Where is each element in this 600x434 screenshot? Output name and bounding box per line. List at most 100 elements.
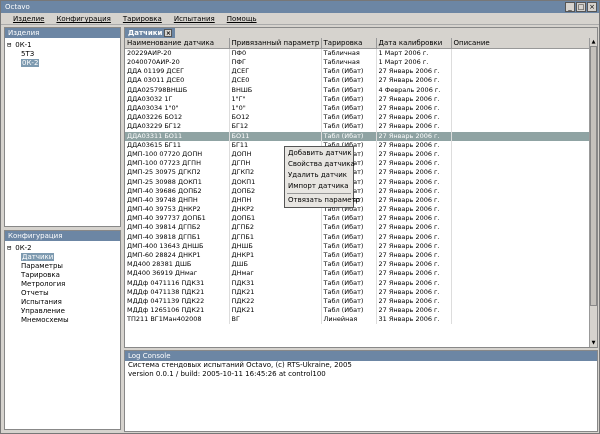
menu-item-unbind-parameter[interactable]: Отвязать параметр [285,195,360,206]
column-header[interactable]: Тарировка [321,38,377,49]
scroll-up-icon[interactable]: ▲ [590,38,597,46]
table-cell [451,186,592,196]
table-cell: ДМП-40 39748 ДНПН [125,195,230,205]
close-button[interactable]: × [587,2,597,12]
menu-tests[interactable]: Испытания [168,13,221,24]
table-row[interactable]: ДДА03034 1"0" 1"0" Табл (Ибат) 27 Январь 20… [125,103,592,114]
table-row[interactable]: ДДА03615 БГ11 БГ11 Табл (Ибат) 27 Январь 20… [125,140,592,150]
tree-node-calibration[interactable]: Тарировка [7,271,118,280]
tree-node-control[interactable]: Управление [7,307,118,316]
table-row[interactable]: ДДА025798ВНШБ ВНШБ Табл (Ибат) 4 Февраль 20… [125,85,592,95]
tree-node-ok2-config[interactable]: ⊟ 0К-2 [7,244,118,253]
tree-node-parameters[interactable]: Параметры [7,262,118,271]
tree-node-mnemonics[interactable]: Мнемосхемы [7,316,118,325]
column-header[interactable]: Наименование датчика [125,38,230,49]
collapse-icon[interactable]: ⊟ [7,244,13,253]
table-row[interactable]: ДДА03311 БО11 БО11 Табл (Ибат) 27 Январь 20… [125,131,592,141]
tree-node-5tz[interactable]: 5ТЗ [7,50,118,59]
table-row[interactable]: ДМП-40 39818 ДГПБ1 ДГПБ1 Табл (Ибат) 27 Янв… [125,232,592,242]
table-row[interactable]: ДДА03226 БО12 БО12 Табл (Ибат) 27 Январь 20… [125,113,592,123]
menu-calibration[interactable]: Тарировка [117,13,168,24]
table-row[interactable]: ДДА03032 1Г 1"Г" Табл (Ибат) 27 Январь 2006… [125,94,592,104]
table-row[interactable]: МДДф 0471116 ПДК31 ПДК31 Табл (Ибат) 27 Янв… [125,278,592,288]
tree-node-reports[interactable]: Отчеты [7,289,118,298]
table-cell: ДДА025798ВНШБ [125,85,230,95]
tree-node-label: Отчеты [21,289,49,297]
tree-node-label: Мнемосхемы [21,316,69,324]
table-cell [451,94,592,104]
tree-node-ok1[interactable]: ⊟ 0К-1 [7,41,118,50]
tree-node-ok2[interactable]: 0К-2 [7,59,118,68]
tab-sensors[interactable]: Датчики × [125,28,176,38]
table-cell: 27 Январь 2006 г. [376,278,452,288]
table-row[interactable]: ДМП-40 397737 ДОПБ1 ДОПБ1 Табл (Ибат) 27 Ян… [125,214,592,224]
table-row[interactable]: 20229АИР-20 ПФ0 Табличная 1 Март 2006 г. [125,48,592,58]
table-row[interactable]: ДДА 01199 ДСЕГ ДСЕГ Табл (Ибат) 27 Январь 2… [125,67,592,77]
menu-product[interactable]: Изделие [7,13,50,24]
table-cell: Табл (Ибат) [321,113,377,123]
table-cell: Табл (Ибат) [321,296,377,307]
column-header[interactable]: Привязанный параметр [229,38,322,49]
table-row[interactable]: МД400 28381 ДШБ ДШБ Табл (Ибат) 27 Январь 2… [125,260,592,270]
table-row[interactable]: ДМП-40 39686 ДОПБ2ДОПБ2Табл (Ибат)27 Янв… [125,186,592,196]
table-row[interactable]: 2040070АИР-20 ПФГ Табличная 1 Март 2006 г. [125,58,592,68]
products-panel-title: Изделия [5,28,120,38]
table-row[interactable]: МД400 36919 ДНмаг ДНмаг Табл (Ибат) 27 Янва… [125,269,592,279]
table-cell: Табл (Ибат) [321,269,377,279]
table-cell: БО11 [229,131,322,141]
tree-node-metrology[interactable]: Метрология [7,280,118,289]
table-cell: Табл (Ибат) [321,85,377,95]
column-header[interactable]: Описание [451,38,592,49]
tree-node-tests[interactable]: Испытания [7,298,118,307]
table-row[interactable]: ТП211 ВГ1Ман402008 ВГ Линейная 31 Январь 20… [125,315,592,325]
table-row[interactable]: ДМП-40 39753 ДНКР2 ДНКР2 Табл (Ибат) 27 Янв… [125,205,592,215]
menu-item-sensor-properties[interactable]: Свойства датчика [285,159,355,170]
table-row[interactable]: ДДА03229 БГ12 БГ12 Табл (Ибат) 27 Январь 20… [125,122,592,132]
maximize-button[interactable]: □ [576,2,586,12]
menu-item-import-sensor[interactable]: Импорт датчика [285,181,353,192]
table-cell: ДГПБ1 [229,232,322,242]
menu-item-add-sensor[interactable]: Добавить датчик [285,148,353,159]
table-row[interactable]: ДДА 03011 ДСЕ0 ДСЕ0 Табл (Ибат) 27 Январь 2… [125,76,592,86]
table-cell: Линейная [321,315,377,325]
table-row[interactable]: ДМП-100 07723 ДГПНДГПНТабл (Ибат)27 Янва… [125,159,592,169]
tree-node-label: Метрология [21,280,66,288]
close-icon[interactable]: × [164,29,173,37]
table-cell: 27 Январь 2006 г. [376,149,452,160]
table-row[interactable]: ДМП-100 07720 ДОПНДОПНТабл (Ибат)27 Янва… [125,149,592,160]
table-row[interactable]: ДМП-60 28824 ДНКР1 ДНКР1 Табл (Ибат) 27 Янв… [125,250,592,261]
menu-configuration[interactable]: Конфигурация [50,13,116,24]
table-cell [451,140,592,150]
menu-item-delete-sensor[interactable]: Удалить датчик [285,170,353,181]
vertical-scrollbar[interactable]: ▲ ▼ [589,38,597,347]
table-cell: Табл (Ибат) [321,94,377,104]
table-cell: 31 Январь 2006 г. [376,315,452,325]
tree-node-sensors[interactable]: Датчики [7,253,118,262]
table-cell: Табл (Ибат) [321,232,377,242]
column-header[interactable]: Дата калибровки [376,38,452,49]
scrollbar-thumb[interactable] [590,46,597,306]
table-cell: ДМП-40 39814 ДГПБ2 [125,223,230,233]
table-row[interactable]: ДМП-40 39814 ДГПБ2 ДГПБ2 Табл (Ибат) 27 Янв… [125,223,592,233]
table-row[interactable]: ДМП-400 13643 ДНШБ ДНШБ Табл (Ибат) 27 Янва… [125,241,592,251]
menu-separator [287,193,351,194]
menu-help[interactable]: Помощь [221,13,263,24]
table-row[interactable]: ДМП-25 30975 ДГКП2ДГКП2Табл (Ибат)27 Янв… [125,168,592,178]
table-cell [451,223,592,233]
scroll-down-icon[interactable]: ▼ [590,339,597,347]
table-row[interactable]: МДДф 0471139 ПДК22 ПДК22 Табл (Ибат) 27 Янв… [125,296,592,307]
table-cell: 27 Январь 2006 г. [376,131,452,141]
table-cell: Табл (Ибат) [321,287,377,297]
table-cell [451,58,592,68]
table-cell: МДДф 0471139 ПДК22 [125,296,230,307]
table-cell: 27 Январь 2006 г. [376,140,452,150]
collapse-icon[interactable]: ⊟ [7,41,13,50]
table-row[interactable]: МДДф 1265106 ПДК21 ПДК21 Табл (Ибат) 27 Янв… [125,306,592,316]
table-row[interactable]: МДДф 0471138 ПДК21 ПДК21 Табл (Ибат) 27 Янв… [125,287,592,297]
table-row[interactable]: ДМП-25 30988 ДОКП1ДОКП1Табл (Ибат)27 Янв… [125,177,592,187]
table-cell: Табл (Ибат) [321,131,377,141]
configuration-tree: ⊟ 0К-2 Датчики Параметры Тарировка Метро… [5,241,120,328]
table-cell: ДДА03034 1"0" [125,103,230,114]
minimize-button[interactable]: _ [565,2,575,12]
table-cell: ДОПБ1 [229,214,322,224]
